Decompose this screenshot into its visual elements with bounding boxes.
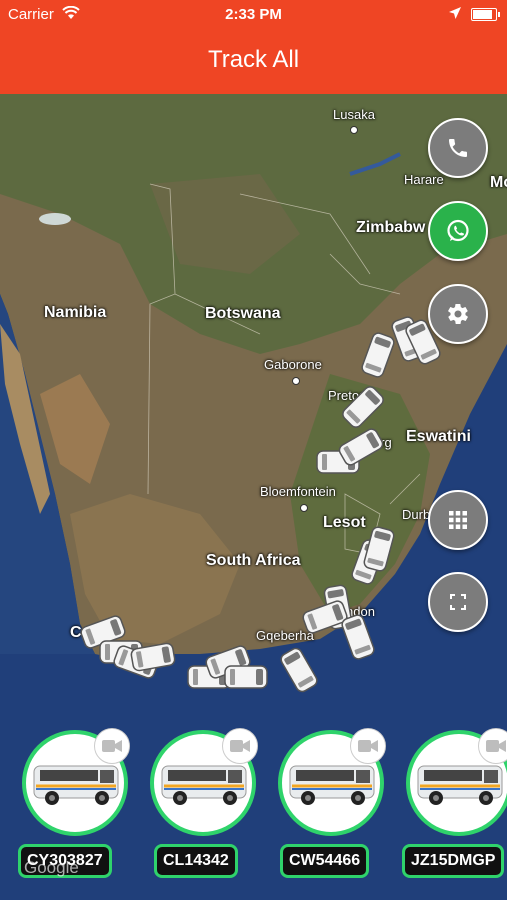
whatsapp-button[interactable] [428, 201, 488, 261]
map-label-gaborone: Gaborone [264, 357, 322, 372]
map-label-zimbabwe: Zimbabw [356, 219, 426, 236]
city-dot [300, 504, 308, 512]
city-dot [350, 126, 358, 134]
gear-icon [448, 304, 468, 324]
grid-view-button[interactable] [428, 490, 488, 550]
vehicle-marker[interactable] [223, 664, 269, 690]
city-dot [292, 377, 300, 385]
grid-icon [449, 511, 467, 529]
clock: 2:33 PM [225, 6, 282, 23]
video-camera-icon[interactable] [350, 728, 386, 764]
location-arrow-icon [449, 6, 461, 23]
vehicle-plate: CW54466 [280, 844, 370, 878]
page-title: Track All [207, 46, 300, 73]
call-button[interactable] [428, 118, 488, 178]
map-label-south-africa: South Africa [206, 552, 301, 569]
map-label-namibia: Namibia [44, 304, 107, 321]
battery-icon [471, 8, 500, 21]
video-camera-icon[interactable] [94, 728, 130, 764]
map-label-mo: Mo [490, 174, 507, 191]
phone-icon [449, 139, 467, 157]
status-bar: Carrier 2:33 PM [0, 0, 507, 28]
video-camera-icon[interactable] [478, 728, 507, 764]
map-label-lusaka: Lusaka [333, 107, 375, 122]
vehicle-plate: CL14342 [154, 844, 238, 878]
map-label-eswatini: Eswatini [406, 428, 471, 445]
fullscreen-button[interactable] [428, 572, 488, 632]
google-attribution: Google [24, 858, 79, 877]
whatsapp-icon [447, 219, 469, 242]
map-label-lesotho: Lesot [323, 514, 366, 531]
vehicle-plate: JZ15DMGP [402, 844, 505, 878]
fullscreen-icon [450, 594, 466, 610]
map-label-botswana: Botswana [205, 305, 281, 322]
map-label-harare: Harare [404, 172, 444, 187]
settings-button[interactable] [428, 284, 488, 344]
map-label-durban: Durb [402, 507, 431, 522]
video-camera-icon[interactable] [222, 728, 258, 764]
map-label-bloemfontein: Bloemfontein [260, 484, 336, 499]
nav-bar: Track All [0, 28, 507, 94]
